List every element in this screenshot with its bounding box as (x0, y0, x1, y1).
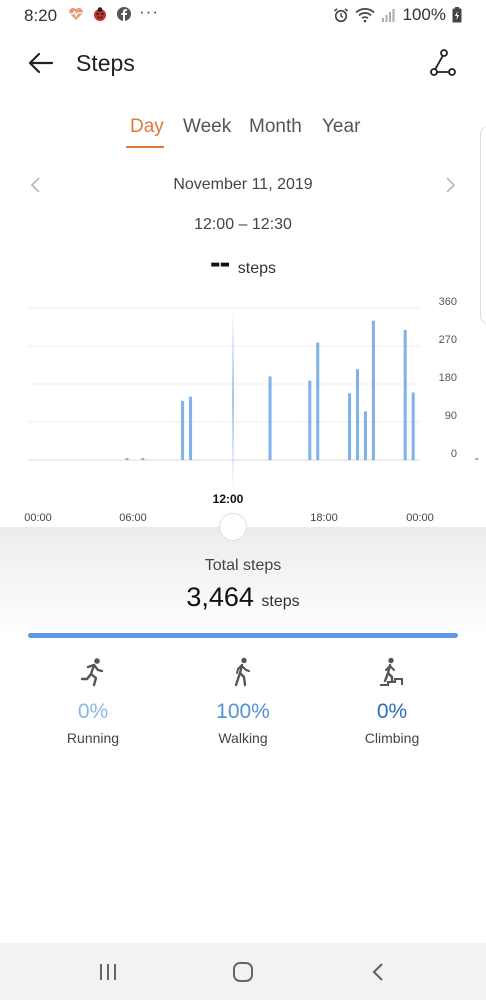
climbing-percent: 0% (376, 700, 408, 723)
step-bar (403, 329, 407, 460)
activity-progress-bar (28, 633, 458, 638)
walking-label: Walking (218, 730, 268, 746)
status-system-icons: 100% (333, 5, 462, 25)
app-bar: Steps (0, 36, 486, 90)
more-notifications-icon: ··· (139, 2, 159, 21)
total-steps: 3,464 steps (0, 582, 486, 613)
total-steps-value: 3,464 (186, 582, 254, 612)
x-tick-label: 18:00 (310, 512, 338, 524)
heart-rate-icon (69, 8, 83, 20)
step-bar (141, 458, 145, 460)
step-bar (475, 458, 479, 460)
step-bar (348, 393, 352, 460)
running-icon (80, 658, 104, 687)
step-bar (125, 458, 129, 460)
selected-steps-value: -- (209, 244, 230, 280)
period-tabs: Day Week Month Year (0, 116, 486, 152)
total-steps-label: Total steps (204, 557, 282, 574)
selected-steps-unit: steps (237, 260, 276, 277)
running-label: Running (66, 730, 120, 746)
back-arrow-icon[interactable] (26, 48, 56, 78)
y-tick-label: 0 (451, 448, 457, 460)
recent-apps-icon[interactable] (96, 961, 120, 983)
summary-card: Total steps 3,464 steps 0% Running 100% … (0, 513, 486, 942)
status-notification-icons (68, 6, 132, 22)
home-icon[interactable] (231, 961, 255, 983)
tab-week[interactable]: Week (183, 116, 231, 138)
cursor-time-label: 12:00 (213, 492, 244, 506)
battery-percent: 100% (402, 5, 446, 24)
selected-steps: -- steps (0, 244, 486, 281)
y-tick-label: 360 (439, 296, 457, 308)
status-time: 8:20 (24, 6, 58, 25)
x-tick-label: 00:00 (406, 512, 434, 524)
active-tab-indicator (126, 146, 164, 148)
step-bar (268, 376, 272, 460)
activity-progress-fill (28, 633, 458, 638)
step-bar (356, 369, 359, 460)
step-bar (411, 392, 415, 460)
tab-month[interactable]: Month (249, 116, 302, 138)
step-bar (363, 411, 367, 460)
alarm-icon (333, 8, 348, 23)
tab-year[interactable]: Year (322, 116, 360, 138)
route-icon[interactable] (428, 48, 458, 78)
ladybug-icon (94, 7, 106, 21)
chart-scrub-handle[interactable] (219, 513, 247, 541)
status-bar: 8:20 ··· 100% (0, 0, 486, 30)
page-title: Steps (76, 50, 135, 76)
time-cursor-line (232, 310, 234, 490)
nav-back-icon[interactable] (367, 961, 391, 983)
y-tick-label: 180 (439, 372, 457, 384)
running-percent: 0% (77, 700, 109, 723)
signal-icon (381, 9, 395, 22)
climbing-icon (380, 657, 403, 686)
y-tick-label: 270 (439, 334, 457, 346)
step-bar (316, 342, 320, 460)
system-nav-bar (0, 943, 486, 1000)
step-bar (308, 380, 312, 460)
tab-day[interactable]: Day (130, 116, 164, 138)
total-steps-unit: steps (261, 593, 300, 610)
date-label: November 11, 2019 (173, 176, 313, 193)
activity-running: 0% Running (33, 657, 153, 746)
wifi-icon (354, 8, 375, 23)
activity-climbing: 0% Climbing (332, 657, 452, 746)
steps-screen: 8:20 ··· 100% Steps Day Week Month Year … (0, 0, 486, 1000)
climbing-label: Climbing (364, 730, 420, 746)
facebook-icon (117, 7, 131, 21)
x-tick-label: 06:00 (119, 512, 147, 524)
x-tick-label: 00:00 (24, 512, 52, 524)
walking-icon (234, 657, 250, 687)
walking-percent: 100% (216, 700, 270, 723)
y-tick-label: 90 (445, 410, 457, 422)
step-bar (189, 396, 193, 460)
steps-chart[interactable]: 360 270 180 90 0 12:00 00:00 06:00 18:00 00:00 (0, 290, 486, 530)
activity-walking: 100% Walking (183, 657, 303, 746)
next-day-icon[interactable] (444, 176, 458, 194)
step-bar (371, 320, 375, 460)
selected-time-range: 12:00 – 12:30 (194, 216, 292, 233)
battery-icon (452, 7, 462, 23)
step-bar (181, 400, 185, 460)
